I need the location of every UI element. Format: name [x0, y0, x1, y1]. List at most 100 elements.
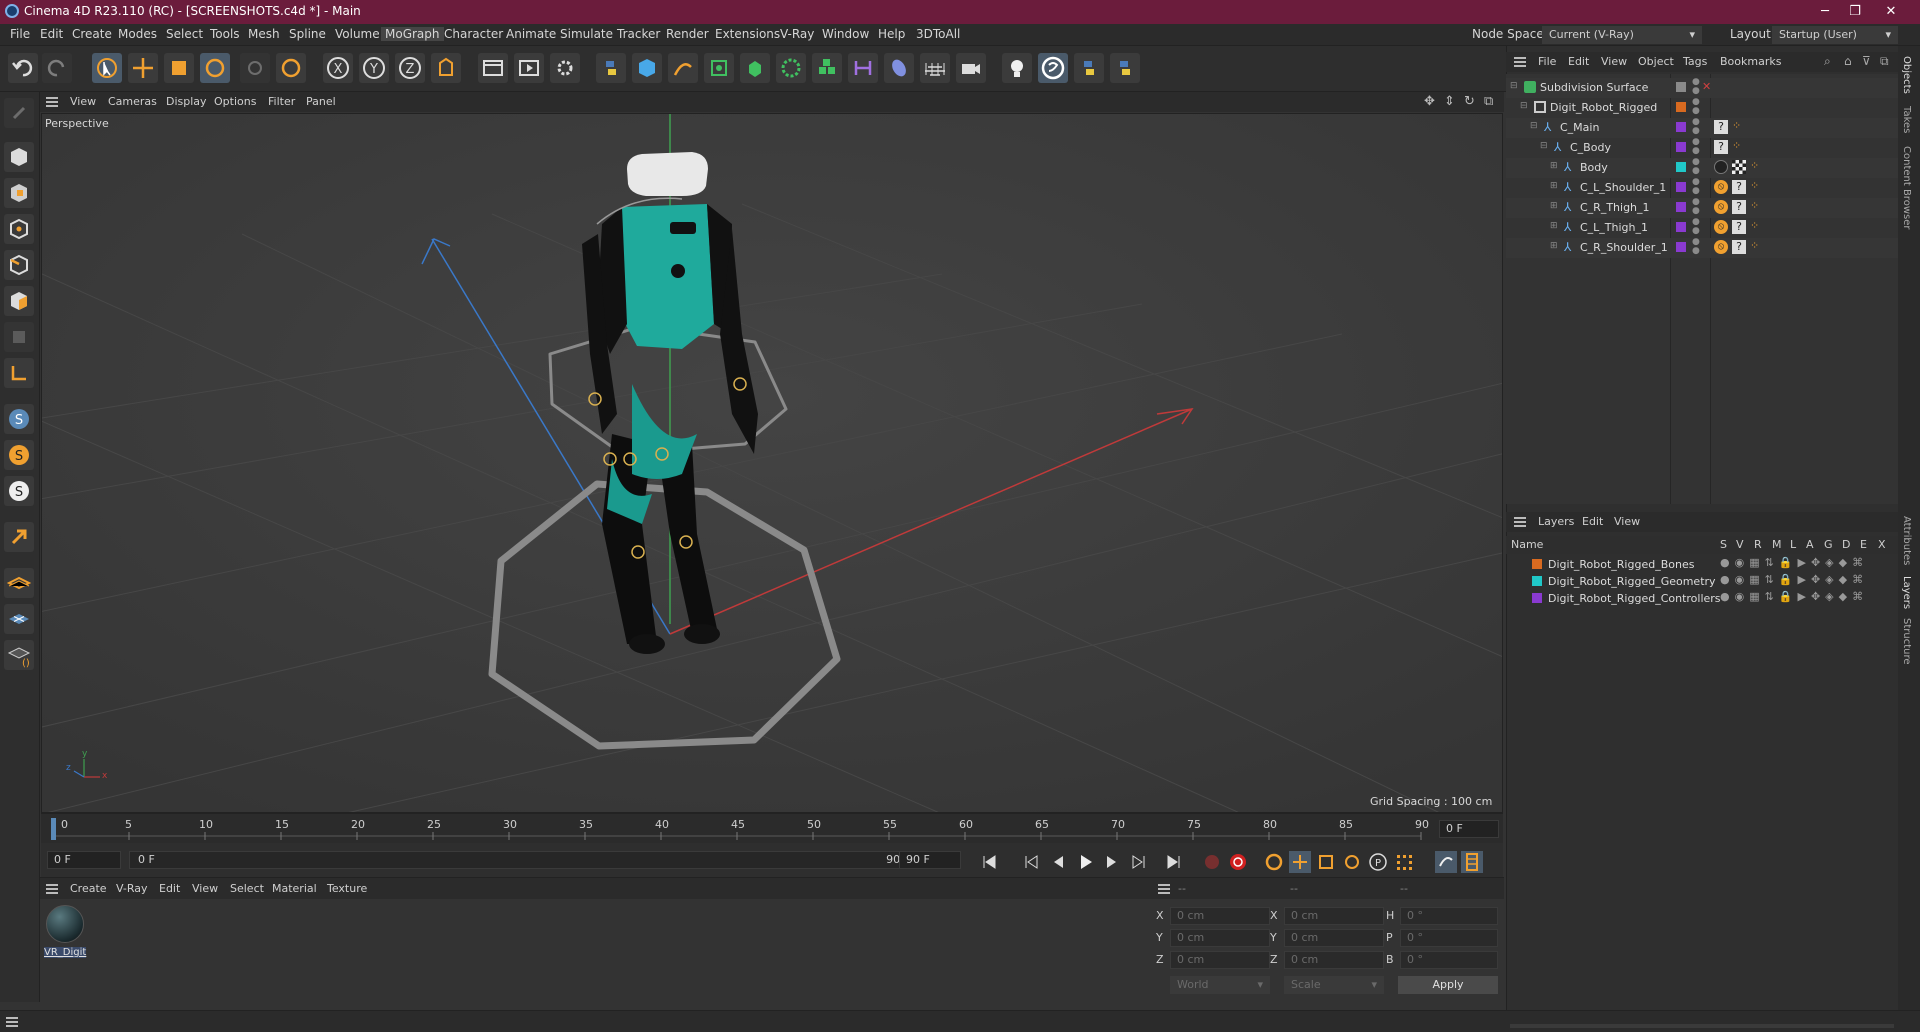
- subdivision-icon[interactable]: [704, 53, 734, 83]
- layer-column-view[interactable]: V: [1736, 538, 1744, 551]
- layer-column-locked[interactable]: L: [1790, 538, 1796, 551]
- side-tab-content-browser[interactable]: Content Browser: [1901, 146, 1912, 229]
- viewport-menu-filter[interactable]: Filter: [268, 95, 295, 108]
- layer-column-solo[interactable]: S: [1720, 538, 1727, 551]
- solo-icon-1[interactable]: S: [4, 404, 34, 434]
- unknown-tag-icon[interactable]: ?: [1732, 240, 1746, 254]
- recent-tool-icon[interactable]: [240, 53, 270, 83]
- viewport-menu-icon[interactable]: [46, 97, 58, 107]
- coord-size-y-field[interactable]: 0 cm: [1284, 929, 1384, 947]
- object-menu-bookmarks[interactable]: Bookmarks: [1720, 55, 1781, 68]
- visibility-dots[interactable]: ● ●: [1692, 178, 1700, 196]
- python-script-icon-1[interactable]: [1074, 53, 1104, 83]
- visibility-dots[interactable]: ● ●: [1692, 98, 1700, 116]
- viewport-menu-panel[interactable]: Panel: [306, 95, 336, 108]
- x-axis-lock-icon[interactable]: X: [323, 53, 353, 83]
- viewport-perspective[interactable]: [41, 113, 1503, 813]
- viewport-move-icon[interactable]: ✥: [1424, 94, 1435, 109]
- uv-mode-icon[interactable]: [4, 322, 34, 352]
- point-mode-icon[interactable]: [4, 214, 34, 244]
- layer-column-name[interactable]: Name: [1511, 538, 1543, 551]
- coord-size-z-field[interactable]: 0 cm: [1284, 951, 1384, 969]
- menu-tracker[interactable]: Tracker: [617, 27, 660, 41]
- object-search-icon[interactable]: ⌕: [1824, 54, 1831, 69]
- coord-mode-select[interactable]: World ▾: [1170, 976, 1270, 994]
- coord-pos-x-field[interactable]: 0 cm: [1170, 907, 1270, 925]
- scale-tool-icon[interactable]: [164, 53, 194, 83]
- viewport-layout-icon[interactable]: ⧉: [1484, 94, 1493, 109]
- object-row[interactable]: ⊟ ⅄ C_Body ● ● ? ⁘: [1506, 138, 1898, 158]
- previous-key-icon[interactable]: [1020, 851, 1042, 873]
- object-menu-view[interactable]: View: [1601, 55, 1627, 68]
- object-menu-tags[interactable]: Tags: [1683, 55, 1707, 68]
- end-frame-field[interactable]: 90 F: [899, 851, 961, 869]
- workplane-icon[interactable]: [4, 568, 34, 598]
- side-tab-layers[interactable]: Layers: [1901, 576, 1912, 609]
- menu-help[interactable]: Help: [878, 27, 905, 41]
- texture-mode-icon[interactable]: [4, 178, 34, 208]
- object-manager-menu-icon[interactable]: [1514, 57, 1526, 67]
- coordinate-system-icon[interactable]: [431, 53, 461, 83]
- python-script-icon-2[interactable]: [1110, 53, 1140, 83]
- pen-spline-icon[interactable]: [668, 53, 698, 83]
- side-tab-takes[interactable]: Takes: [1901, 106, 1912, 133]
- coord-rot-b-field[interactable]: 0 °: [1400, 951, 1498, 969]
- material-menu-edit[interactable]: Edit: [159, 882, 180, 895]
- visibility-dots[interactable]: ● ●: [1692, 238, 1700, 256]
- viewport-zoom-icon[interactable]: ⇕: [1444, 94, 1455, 109]
- solo-icon-3[interactable]: S: [4, 476, 34, 506]
- key-parameter-icon[interactable]: P: [1367, 851, 1389, 873]
- move-tool-icon[interactable]: [128, 53, 158, 83]
- edge-mode-icon[interactable]: [4, 250, 34, 280]
- menu-mograph[interactable]: MoGraph: [381, 27, 444, 41]
- render-view-icon[interactable]: [514, 53, 544, 83]
- render-settings-icon[interactable]: [550, 53, 580, 83]
- go-to-start-icon[interactable]: [978, 851, 1000, 873]
- material-tag-icon[interactable]: [1714, 160, 1728, 174]
- viewport-rotate-icon[interactable]: ↻: [1464, 94, 1475, 109]
- material-menu-vray[interactable]: V-Ray: [116, 882, 148, 895]
- status-menu-icon[interactable]: [6, 1017, 18, 1027]
- constraint-tag-icon[interactable]: ⦸: [1714, 240, 1728, 254]
- viewport-menu-display[interactable]: Display: [166, 95, 207, 108]
- viewport-menu-view[interactable]: View: [70, 95, 96, 108]
- constraint-tag-icon[interactable]: ⦸: [1714, 220, 1728, 234]
- menu-edit[interactable]: Edit: [40, 27, 63, 41]
- model-mode-icon[interactable]: [4, 142, 34, 172]
- visibility-dots[interactable]: ● ●: [1692, 78, 1700, 96]
- node-space-select[interactable]: Current (V-Ray) ▾: [1542, 26, 1702, 44]
- unknown-tag-icon[interactable]: ?: [1732, 180, 1746, 194]
- expand-toggle-icon[interactable]: ⊟: [1520, 101, 1528, 111]
- menu-spline[interactable]: Spline: [289, 27, 326, 41]
- material-swatch[interactable]: VR_Digit: [44, 905, 86, 961]
- ik-tag-icon[interactable]: ⁘: [1750, 179, 1759, 192]
- layer-row[interactable]: Digit_Robot_Rigged_Controllers ●◉▦⇅🔒▶✥◈◆…: [1506, 590, 1898, 607]
- layer-column-render[interactable]: R: [1754, 538, 1762, 551]
- object-home-icon[interactable]: ⌂: [1844, 54, 1852, 68]
- expand-toggle-icon[interactable]: ⊞: [1550, 181, 1558, 191]
- constraint-tag-icon[interactable]: ⦸: [1714, 200, 1728, 214]
- ik-tag-icon[interactable]: ⁘: [1750, 159, 1759, 172]
- visibility-dots[interactable]: ● ●: [1692, 218, 1700, 236]
- close-button[interactable]: ✕: [1876, 2, 1906, 22]
- menu-file[interactable]: File: [10, 27, 30, 41]
- menu-create[interactable]: Create: [72, 27, 112, 41]
- cloner-icon[interactable]: [776, 53, 806, 83]
- field-icon[interactable]: [884, 53, 914, 83]
- expand-toggle-icon[interactable]: ⊞: [1550, 221, 1558, 231]
- timeline-scheme-icon[interactable]: [1435, 851, 1457, 873]
- vray-logo-icon[interactable]: [1038, 53, 1068, 83]
- layer-menu-layers[interactable]: Layers: [1538, 515, 1574, 528]
- layer-flag-icons[interactable]: ●◉▦⇅🔒▶✥◈◆⌘: [1720, 573, 1868, 586]
- constraint-tag-icon[interactable]: ⦸: [1714, 180, 1728, 194]
- current-frame-field[interactable]: 0 F: [1439, 820, 1499, 838]
- menu-character[interactable]: Character: [444, 27, 503, 41]
- axis-mode-icon[interactable]: [4, 358, 34, 388]
- snap-icon[interactable]: [4, 522, 34, 552]
- visibility-dots[interactable]: ● ●: [1692, 138, 1700, 156]
- coord-pos-y-field[interactable]: 0 cm: [1170, 929, 1270, 947]
- layer-column-animation[interactable]: A: [1806, 538, 1814, 551]
- grid-plane-icon[interactable]: [4, 604, 34, 634]
- undo-button[interactable]: [8, 53, 38, 83]
- unknown-tag-icon[interactable]: ?: [1714, 140, 1728, 154]
